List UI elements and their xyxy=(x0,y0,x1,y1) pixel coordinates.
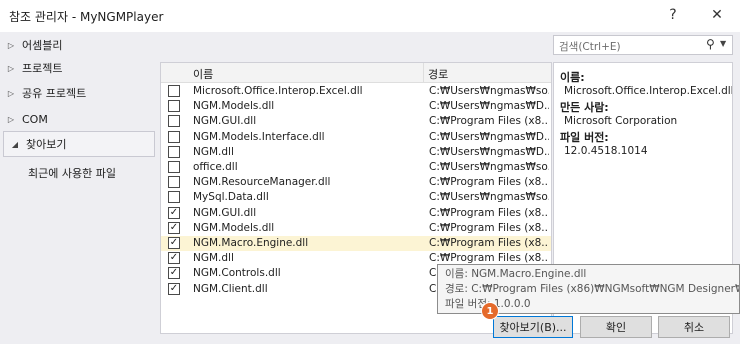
row-path: C:₩Users₩ngmas₩so... xyxy=(429,85,549,97)
sidebar-item-label: 어셈블리 xyxy=(22,39,63,52)
column-header-name[interactable]: 이름 xyxy=(193,66,213,82)
sidebar-subitem-recent-files[interactable]: 최근에 사용한 파일 xyxy=(0,160,160,186)
checkbox-unchecked[interactable] xyxy=(168,130,180,143)
checkbox-checked[interactable]: ✓ xyxy=(168,206,180,219)
version-value: 12.0.4518.1014 xyxy=(564,145,648,157)
row-path: C:₩Users₩ngmas₩D... xyxy=(429,130,549,143)
row-name: NGM.Controls.dll xyxy=(193,267,281,280)
table-row[interactable]: NGM.Models.dll C:₩Users₩ngmas₩D... xyxy=(161,99,551,114)
row-path: C:₩Program Files (x8... xyxy=(429,221,549,234)
checkbox-checked[interactable]: ✓ xyxy=(168,252,180,265)
checkbox-checked[interactable]: ✓ xyxy=(168,267,180,280)
row-name: NGM.dll xyxy=(193,252,234,265)
window-title: 참조 관리자 - MyNGMPlayer xyxy=(9,10,164,24)
sidebar: ▷ 어셈블리 ▷ 프로젝트 ▷ 공유 프로젝트 ▷ COM ◢ 찾아보기 최근에… xyxy=(0,32,160,344)
row-name: NGM.GUI.dll xyxy=(193,115,257,128)
table-row[interactable]: NGM.dll C:₩Users₩ngmas₩D... xyxy=(161,145,551,160)
row-path: C:₩Users₩ngmas₩so... xyxy=(429,161,549,173)
sidebar-item-com[interactable]: ▷ COM xyxy=(0,106,160,132)
browse-button[interactable]: 찾아보기(B)... xyxy=(493,316,573,338)
table-row[interactable]: NGM.Models.Interface.dll C:₩Users₩ngmas₩D… xyxy=(161,130,551,145)
row-name: NGM.Macro.Engine.dll xyxy=(193,237,309,249)
cancel-button[interactable]: 취소 xyxy=(658,316,730,338)
sidebar-item-projects[interactable]: ▷ 프로젝트 xyxy=(0,55,160,81)
row-name: NGM.Models.Interface.dll xyxy=(193,130,325,143)
row-path: C:₩Users₩ngmas₩D... xyxy=(429,100,549,113)
table-row[interactable]: Microsoft.Office.Interop.Excel.dll C:₩Use… xyxy=(161,84,551,99)
list-header: 이름 경로 xyxy=(161,63,551,83)
sidebar-item-label: COM xyxy=(22,112,48,126)
sidebar-item-shared-projects[interactable]: ▷ 공유 프로젝트 xyxy=(0,80,160,106)
row-path: C:₩Program Files (x8... xyxy=(429,176,549,189)
checkbox-checked[interactable]: ✓ xyxy=(168,221,180,234)
checkbox-checked[interactable]: ✓ xyxy=(168,282,180,295)
close-button[interactable]: ✕ xyxy=(694,0,740,30)
table-row[interactable]: ✓ NGM.Models.dll C:₩Program Files (x8... xyxy=(161,221,551,236)
table-row[interactable]: NGM.GUI.dll C:₩Program Files (x8... xyxy=(161,114,551,129)
row-name: NGM.ResourceManager.dll xyxy=(193,176,331,189)
row-path: C:₩Program Files (x8... xyxy=(429,115,549,128)
expand-arrow-icon: ▷ xyxy=(7,88,15,98)
name-value: Microsoft.Office.Interop.Excel.dll xyxy=(564,85,733,97)
sidebar-item-label: 프로젝트 xyxy=(22,62,63,75)
checkbox-unchecked[interactable] xyxy=(168,100,180,113)
title-bar: 참조 관리자 - MyNGMPlayer ? ✕ xyxy=(0,0,740,32)
search-box[interactable]: 검색(Ctrl+E) ⚲ ▼ xyxy=(553,35,733,55)
row-name: office.dll xyxy=(193,161,238,173)
sidebar-item-label: 찾아보기 xyxy=(26,138,67,151)
table-row[interactable]: ✓ NGM.GUI.dll C:₩Program Files (x8... xyxy=(161,206,551,221)
row-path: C:₩Program Files (x8... xyxy=(429,206,549,219)
checkbox-unchecked[interactable] xyxy=(168,176,180,189)
row-name: MySql.Data.dll xyxy=(193,191,269,204)
expand-arrow-icon: ▷ xyxy=(7,63,15,73)
expand-arrow-icon: ▷ xyxy=(7,40,15,50)
checkbox-unchecked[interactable] xyxy=(168,161,180,173)
column-header-path[interactable]: 경로 xyxy=(428,66,448,82)
tooltip-path: 경로: C:₩Program Files (x86)₩NGMsoft₩NGM D… xyxy=(445,283,740,295)
row-name: NGM.Models.dll xyxy=(193,221,275,234)
collapse-arrow-icon: ◢ xyxy=(11,139,19,149)
chevron-down-icon[interactable]: ▼ xyxy=(720,39,726,48)
author-label: 만든 사람: xyxy=(560,101,609,114)
version-label: 파일 버전: xyxy=(560,131,609,144)
column-separator[interactable] xyxy=(423,63,424,83)
row-name: NGM.Models.dll xyxy=(193,100,275,113)
tooltip-name: 이름: NGM.Macro.Engine.dll xyxy=(445,268,587,280)
row-name: NGM.GUI.dll xyxy=(193,206,257,219)
row-path: C:₩Users₩ngmas₩so... xyxy=(429,191,549,204)
checkbox-checked[interactable]: ✓ xyxy=(168,237,180,249)
checkbox-unchecked[interactable] xyxy=(168,191,180,204)
checkbox-unchecked[interactable] xyxy=(168,115,180,128)
sidebar-item-browse[interactable]: ◢ 찾아보기 xyxy=(3,131,155,157)
reference-manager-dialog: ▷ 어셈블리 ▷ 프로젝트 ▷ 공유 프로젝트 ▷ COM ◢ 찾아보기 최근에… xyxy=(0,32,740,344)
row-path: C:₩Program Files (x8... xyxy=(429,237,549,249)
table-row[interactable]: MySql.Data.dll C:₩Users₩ngmas₩so... xyxy=(161,190,551,205)
expand-arrow-icon: ▷ xyxy=(7,114,15,124)
row-path: C:₩Program Files (x8... xyxy=(429,252,549,265)
search-placeholder: 검색(Ctrl+E) xyxy=(559,41,621,53)
sidebar-item-label: 공유 프로젝트 xyxy=(22,87,87,100)
row-name: Microsoft.Office.Interop.Excel.dll xyxy=(193,85,363,97)
table-row[interactable]: NGM.ResourceManager.dll C:₩Program Files … xyxy=(161,175,551,190)
checkbox-unchecked[interactable] xyxy=(168,85,180,97)
row-path: C:₩Users₩ngmas₩D... xyxy=(429,145,549,158)
row-name: NGM.dll xyxy=(193,145,234,158)
table-row[interactable]: ✓ NGM.Macro.Engine.dll C:₩Program Files (x… xyxy=(161,236,551,251)
name-label: 이름: xyxy=(560,71,585,84)
author-value: Microsoft Corporation xyxy=(564,115,678,127)
help-button[interactable]: ? xyxy=(650,0,696,30)
step-badge: 1 xyxy=(481,302,499,320)
checkbox-unchecked[interactable] xyxy=(168,145,180,158)
ok-button[interactable]: 확인 xyxy=(580,316,652,338)
row-name: NGM.Client.dll xyxy=(193,282,268,295)
search-icon[interactable]: ⚲ xyxy=(706,37,715,51)
table-row[interactable]: office.dll C:₩Users₩ngmas₩so... xyxy=(161,160,551,175)
